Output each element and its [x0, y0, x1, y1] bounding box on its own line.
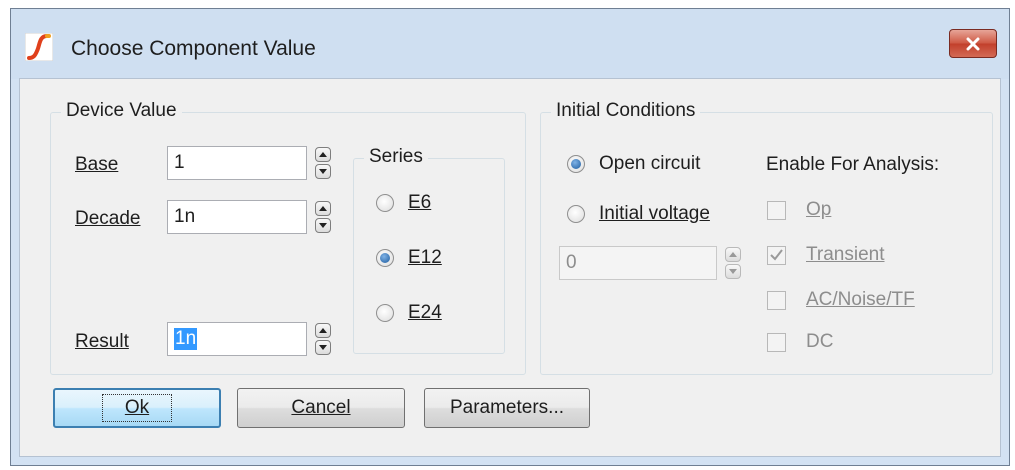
voltage-spin-down[interactable] — [725, 264, 741, 279]
initial-voltage-label: Initial voltage — [599, 203, 710, 224]
base-spin-down[interactable] — [315, 164, 331, 179]
initial-voltage-input[interactable] — [559, 246, 717, 280]
decade-spin-up[interactable] — [315, 201, 331, 216]
enable-for-analysis-heading: Enable For Analysis: — [766, 154, 940, 175]
ac-noise-tf-checkbox[interactable]: AC/Noise/TF — [767, 289, 915, 311]
series-e6-label: E6 — [408, 192, 432, 213]
initial-voltage-spinner[interactable] — [725, 247, 741, 279]
result-label: Result — [75, 331, 129, 352]
cancel-label: Cancel — [291, 397, 351, 418]
parameters-button[interactable]: Parameters... — [424, 388, 590, 428]
series-legend: Series — [364, 146, 428, 168]
base-spin-up[interactable] — [315, 147, 331, 162]
open-circuit-label: Open circuit — [599, 153, 701, 174]
checkbox-box — [767, 200, 786, 220]
ac-noise-tf-label: AC/Noise/TF — [806, 289, 915, 310]
radio-circle — [567, 205, 585, 223]
checkbox-box — [767, 290, 786, 310]
open-circuit-radio[interactable]: Open circuit — [567, 153, 700, 175]
dialog-title: Choose Component Value — [71, 37, 316, 60]
radio-circle — [567, 155, 585, 173]
decade-label: Decade — [75, 208, 141, 229]
transient-checkbox[interactable]: Transient — [767, 244, 885, 266]
initial-conditions-group: Initial Conditions Open circuit Initial … — [540, 100, 993, 375]
checkbox-box — [767, 332, 786, 352]
device-value-legend: Device Value — [61, 100, 182, 122]
transient-label: Transient — [806, 244, 885, 265]
radio-circle — [376, 194, 394, 212]
series-e6-radio[interactable]: E6 — [376, 192, 431, 214]
base-input[interactable] — [167, 146, 307, 180]
base-label: Base — [75, 154, 119, 175]
op-label: Op — [806, 199, 832, 220]
ok-label: Ok — [101, 394, 173, 422]
decade-spin-down[interactable] — [315, 218, 331, 233]
base-spinner[interactable] — [315, 147, 331, 179]
checkmark-icon — [770, 249, 783, 261]
result-value: 1n — [174, 328, 198, 350]
result-spin-down[interactable] — [315, 340, 331, 355]
checkbox-box — [767, 245, 786, 265]
result-spin-up[interactable] — [315, 323, 331, 338]
series-e24-radio[interactable]: E24 — [376, 302, 442, 324]
result-field[interactable]: 1n — [167, 322, 307, 356]
series-e24-label: E24 — [408, 302, 442, 323]
series-e12-label: E12 — [408, 247, 442, 268]
close-button[interactable] — [949, 29, 997, 58]
initial-voltage-radio[interactable]: Initial voltage — [567, 203, 710, 225]
choose-component-value-dialog: Choose Component Value Device Value Base… — [10, 8, 1010, 466]
series-e12-radio[interactable]: E12 — [376, 247, 442, 269]
series-group: Series E6 E12 E24 — [353, 146, 505, 354]
simetrix-icon — [25, 33, 53, 61]
close-icon — [966, 37, 980, 50]
title-bar[interactable]: Choose Component Value — [11, 9, 1009, 79]
initial-conditions-legend: Initial Conditions — [551, 100, 701, 122]
op-checkbox[interactable]: Op — [767, 199, 831, 221]
radio-circle — [376, 304, 394, 322]
dialog-client-area: Device Value Base Decade Result 1n — [19, 78, 1001, 457]
cancel-button[interactable]: Cancel — [237, 388, 405, 428]
ok-button[interactable]: Ok — [53, 388, 221, 428]
dc-label: DC — [806, 331, 834, 352]
device-value-group: Device Value Base Decade Result 1n — [50, 100, 526, 375]
voltage-spin-up[interactable] — [725, 247, 741, 262]
decade-input[interactable] — [167, 200, 307, 234]
result-spinner[interactable] — [315, 323, 331, 355]
decade-spinner[interactable] — [315, 201, 331, 233]
radio-circle — [376, 249, 394, 267]
parameters-label: Parameters... — [449, 397, 565, 418]
dc-checkbox[interactable]: DC — [767, 331, 833, 353]
